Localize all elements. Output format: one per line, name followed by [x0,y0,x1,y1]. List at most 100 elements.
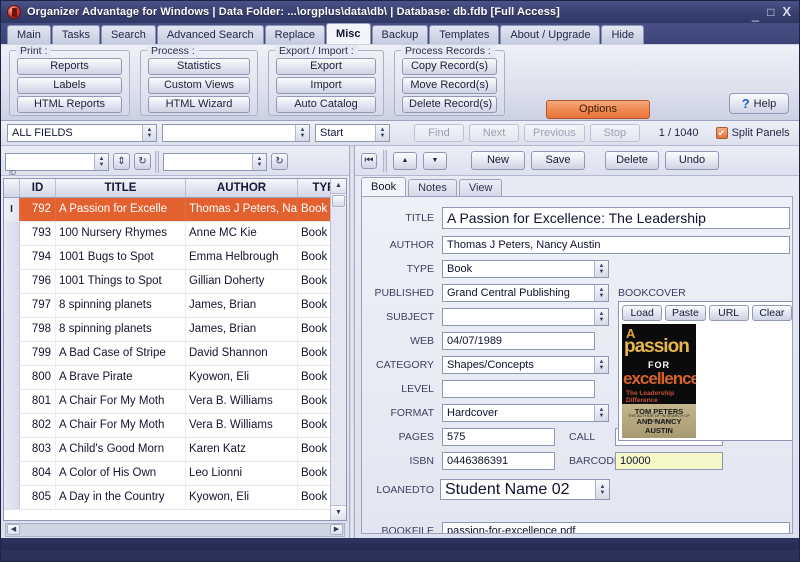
save-record-button[interactable]: Save [531,151,585,170]
find-button[interactable]: Find [414,124,464,142]
loanedto-field[interactable]: Student Name 02 ▲ ▼ [440,479,610,500]
format-field[interactable]: Hardcover ▲ ▼ [442,404,609,422]
pages-field[interactable]: 575 [442,428,555,446]
chevron-updown-icon[interactable]: ▲ ▼ [594,357,608,373]
table-row[interactable]: 793 100 Nursery Rhymes Anne MC Kie Book [4,222,330,246]
split-panels-toggle[interactable]: ✔ Split Panels [715,127,790,139]
html-reports-button[interactable]: HTML Reports [17,96,122,113]
chevron-updown-icon[interactable]: ▲ ▼ [594,261,608,277]
tab-hide[interactable]: Hide [601,25,645,44]
table-row[interactable]: 798 8 spinning planets James, Brian Book [4,318,330,342]
url-cover-button[interactable]: URL [708,305,749,321]
table-row[interactable]: 803 A Child's Good Morn Karen Katz Book [4,438,330,462]
next-button[interactable]: Next [469,124,519,142]
header-title[interactable]: TITLE [56,179,186,197]
search-query-input[interactable]: ▲ ▼ [162,124,310,142]
category-field[interactable]: Shapes/Concepts ▲ ▼ [442,356,609,374]
barcode-field[interactable]: 10000 [615,452,723,470]
hscroll-left-icon[interactable]: ◀ [7,524,20,535]
chevron-updown-icon[interactable]: ▲ ▼ [595,480,609,499]
tab-search[interactable]: Search [100,25,156,44]
tab-backup[interactable]: Backup [371,25,429,44]
tab-book[interactable]: Book [361,177,407,196]
tab-main[interactable]: Main [7,25,51,44]
tab-about-upgrade[interactable]: About / Upgrade [500,25,601,44]
statistics-button[interactable]: Statistics [148,58,250,75]
bookfile-field[interactable]: passion-for-excellence.pdf [442,522,790,533]
table-row[interactable]: 796 1001 Things to Spot Gillian Doherty Boo… [4,270,330,294]
sort-field-select[interactable]: ▲ ▼ [5,152,109,171]
clear-cover-button[interactable]: Clear [751,305,792,321]
refresh-list-button[interactable]: ↻ [134,153,151,170]
table-row[interactable]: 805 A Day in the Country Kyowon, Eli Book [4,486,330,510]
refresh-filter-button[interactable]: ↻ [271,153,288,170]
title-field[interactable]: A Passion for Excellence: The Leadership [442,207,790,229]
header-id[interactable]: ID [20,179,56,197]
reports-button[interactable]: Reports [17,58,122,75]
tab-misc[interactable]: Misc [326,23,371,44]
export-button[interactable]: Export [276,58,376,75]
table-row[interactable]: I 792 A Passion for Excelle Thomas J Peters… [4,198,330,222]
table-body: I 792 A Passion for Excelle Thomas J Peters… [4,198,330,520]
minimize-button[interactable]: _ [752,8,759,21]
scroll-up-icon[interactable]: ▲ [331,179,346,194]
table-row[interactable]: 799 A Bad Case of Stripe David Shannon Book [4,342,330,366]
chevron-updown-icon[interactable]: ▲ ▼ [594,285,608,301]
load-cover-button[interactable]: Load [622,305,663,321]
filter-field-select[interactable]: ▲ ▼ [163,152,267,171]
tab-tasks[interactable]: Tasks [51,25,100,44]
move-records-button[interactable]: Move Record(s) [402,77,497,94]
tab-templates[interactable]: Templates [429,25,500,44]
tab-replace[interactable]: Replace [264,25,326,44]
auto-catalog-button[interactable]: Auto Catalog [276,96,376,113]
table-vertical-scrollbar[interactable]: ▲ ▼ [330,179,346,520]
subject-field[interactable]: ▲ ▼ [442,308,609,326]
undo-record-button[interactable]: Undo [665,151,719,170]
published-field-label: PUBLISHED [374,287,434,299]
published-field[interactable]: Grand Central Publishing ▲ ▼ [442,284,609,302]
table-row[interactable]: 797 8 spinning planets James, Brian Book [4,294,330,318]
previous-button[interactable]: Previous [524,124,585,142]
scroll-track[interactable] [331,208,346,505]
import-button[interactable]: Import [276,77,376,94]
custom-views-button[interactable]: Custom Views [148,77,250,94]
table-horizontal-scrollbar[interactable]: ◀ ▶ [5,522,345,537]
tab-advanced-search[interactable]: Advanced Search [156,25,264,44]
level-field[interactable] [442,380,595,398]
sort-direction-button[interactable]: ⇕ [113,153,130,170]
table-row[interactable]: 802 A Chair For My Moth Vera B. Williams Bo… [4,414,330,438]
search-match-mode-select[interactable]: Start ▲ ▼ [315,124,390,142]
copy-records-button[interactable]: Copy Record(s) [402,58,497,75]
tab-notes[interactable]: Notes [408,179,457,196]
isbn-field[interactable]: 0446386391 [442,452,555,470]
close-button[interactable]: X [782,5,791,18]
help-button[interactable]: ? Help [729,93,789,114]
header-author[interactable]: AUTHOR [186,179,298,197]
paste-cover-button[interactable]: Paste [665,305,706,321]
scroll-down-icon[interactable]: ▼ [331,505,346,520]
labels-button[interactable]: Labels [17,77,122,94]
hscroll-right-icon[interactable]: ▶ [330,524,343,535]
web-field[interactable]: 04/07/1989 [442,332,595,350]
author-field[interactable]: Thomas J Peters, Nancy Austin [442,236,790,254]
maximize-button[interactable]: □ [767,6,774,18]
table-row[interactable]: 794 1001 Bugs to Spot Emma Helbrough Book [4,246,330,270]
type-field[interactable]: Book ▲ ▼ [442,260,609,278]
options-button[interactable]: Options [546,100,650,119]
next-record-button[interactable]: ▼ [423,151,447,170]
previous-record-button[interactable]: ▲ [393,151,417,170]
scroll-thumb[interactable] [332,195,345,207]
table-row[interactable]: 800 A Brave Pirate Kyowon, Eli Book [4,366,330,390]
stop-button[interactable]: Stop [589,124,640,142]
delete-record-button[interactable]: Delete [605,151,659,170]
table-row[interactable]: 801 A Chair For My Moth Vera B. Williams Bo… [4,390,330,414]
html-wizard-button[interactable]: HTML Wizard [148,96,250,113]
first-record-button[interactable]: ⏮ [361,152,377,169]
delete-records-button[interactable]: Delete Record(s) [402,96,497,113]
chevron-updown-icon[interactable]: ▲ ▼ [594,405,608,421]
search-field-scope-select[interactable]: ALL FIELDS ▲ ▼ [7,124,157,142]
chevron-updown-icon[interactable]: ▲ ▼ [594,309,608,325]
table-row[interactable]: 804 A Color of His Own Leo Lionni Book [4,462,330,486]
tab-view[interactable]: View [458,179,503,196]
new-record-button[interactable]: New [471,151,525,170]
